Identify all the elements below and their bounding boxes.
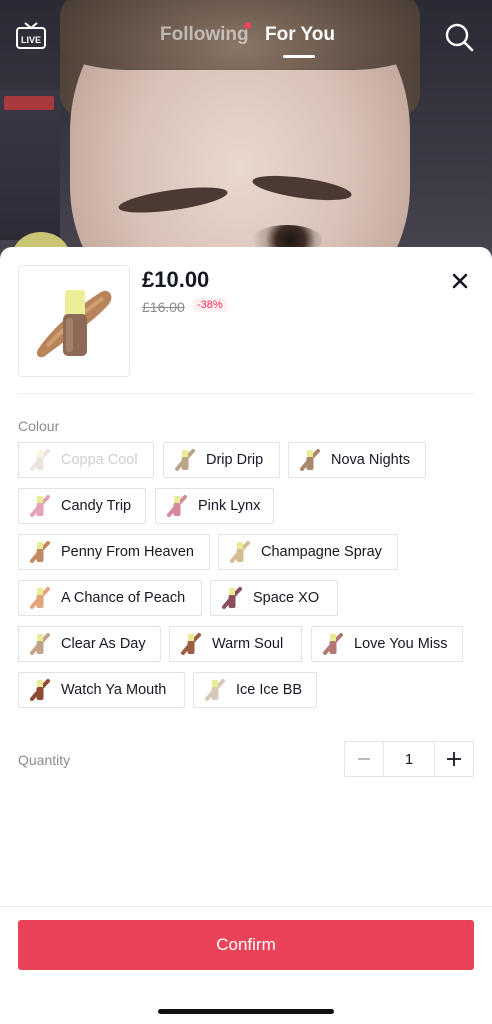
discount-badge: -38% <box>193 298 227 312</box>
home-indicator <box>158 1009 334 1014</box>
colour-option[interactable]: Watch Ya Mouth <box>18 672 185 708</box>
swatch-icon <box>29 631 51 657</box>
swatch-icon <box>221 585 243 611</box>
swatch-icon <box>299 447 321 473</box>
colour-option[interactable]: Penny From Heaven <box>18 534 210 570</box>
colour-option-label: Penny From Heaven <box>61 544 194 560</box>
colour-option[interactable]: Candy Trip <box>18 488 146 524</box>
top-nav: LIVE Following For You <box>0 18 492 58</box>
colour-option-label: A Chance of Peach <box>61 590 186 606</box>
colour-option-label: Warm Soul <box>212 636 284 652</box>
quantity-value[interactable]: 1 <box>383 742 435 776</box>
colour-option-label: Space XO <box>253 590 320 606</box>
colour-option-label: Clear As Day <box>61 636 146 652</box>
original-price: £16.00 <box>142 299 185 315</box>
product-price: £10.00 <box>142 267 210 292</box>
swatch-icon <box>29 585 51 611</box>
colour-option[interactable]: Coppa Cool <box>18 442 154 478</box>
product-options-sheet: £10.00 £16.00 -38% Colour Coppa Cool Drip… <box>0 247 492 1024</box>
plus-icon <box>447 752 461 766</box>
background-shelf <box>0 90 60 240</box>
colour-option-label: Ice Ice BB <box>236 682 303 698</box>
increment-button[interactable] <box>435 742 473 776</box>
live-icon[interactable]: LIVE <box>16 22 46 50</box>
colour-option-label: Candy Trip <box>61 498 132 514</box>
swatch-icon <box>229 539 251 565</box>
colour-option-label: Pink Lynx <box>198 498 261 514</box>
swatch-icon <box>29 447 51 473</box>
decrement-button[interactable] <box>345 742 383 776</box>
colour-option-label: Watch Ya Mouth <box>61 682 167 698</box>
swatch-icon <box>29 539 51 565</box>
colour-option-label: Coppa Cool <box>61 452 138 468</box>
search-icon[interactable] <box>444 22 474 52</box>
swatch-icon <box>180 631 202 657</box>
colour-option[interactable]: Ice Ice BB <box>193 672 317 708</box>
swatch-icon <box>204 677 226 703</box>
tab-following[interactable]: Following <box>160 24 249 46</box>
active-tab-underline <box>283 55 315 58</box>
video-background: LIVE Following For You <box>0 0 492 270</box>
colour-option-label: Drip Drip <box>206 452 264 468</box>
colour-option[interactable]: Nova Nights <box>288 442 426 478</box>
colour-option[interactable]: Champagne Spray <box>218 534 398 570</box>
quantity-stepper: 1 <box>344 741 474 777</box>
colour-option-label: Champagne Spray <box>261 544 382 560</box>
swatch-icon <box>29 493 51 519</box>
swatch-icon <box>174 447 196 473</box>
quantity-label: Quantity <box>18 752 71 768</box>
colour-option[interactable]: Warm Soul <box>169 626 302 662</box>
colour-option[interactable]: A Chance of Peach <box>18 580 202 616</box>
swatch-icon <box>322 631 344 657</box>
notification-dot <box>244 22 251 29</box>
product-image <box>18 265 130 377</box>
footer-divider <box>0 906 492 907</box>
minus-icon <box>358 758 370 760</box>
colour-option[interactable]: Love You Miss <box>311 626 463 662</box>
confirm-button[interactable]: Confirm <box>18 920 474 970</box>
colour-option[interactable]: Drip Drip <box>163 442 280 478</box>
svg-text:LIVE: LIVE <box>21 35 41 45</box>
close-icon[interactable] <box>446 267 474 295</box>
colour-option-label: Nova Nights <box>331 452 410 468</box>
colour-option[interactable]: Clear As Day <box>18 626 161 662</box>
swatch-icon <box>166 493 188 519</box>
colour-option[interactable]: Pink Lynx <box>155 488 274 524</box>
colour-option[interactable]: Space XO <box>210 580 338 616</box>
colour-label: Colour <box>18 418 60 434</box>
swatch-icon <box>29 677 51 703</box>
colour-option-label: Love You Miss <box>354 636 448 652</box>
tab-for-you[interactable]: For You <box>265 24 335 46</box>
divider <box>18 393 474 394</box>
